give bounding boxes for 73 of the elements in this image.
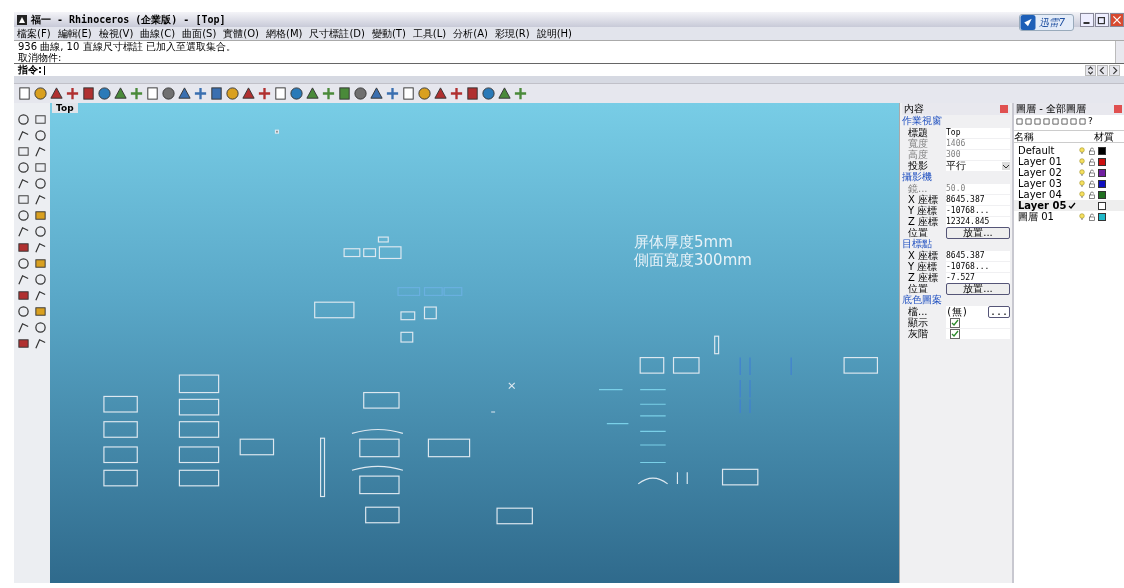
property-label: Y 座標 xyxy=(908,261,939,272)
layer-name: Layer 01 xyxy=(1018,156,1063,167)
menu-item[interactable]: 編輯(E) xyxy=(57,27,92,40)
layer-row[interactable]: Layer 01 xyxy=(1014,156,1124,167)
layer-name: Default xyxy=(1018,145,1056,156)
property-field[interactable]: -10768... xyxy=(946,261,1010,272)
property-label: 灰階 xyxy=(908,328,929,339)
viewport-text: 屏体厚度5mm xyxy=(634,233,734,251)
viewport-text: 側面寬度300mm xyxy=(634,251,752,269)
layer-row[interactable]: Default xyxy=(1014,145,1124,156)
property-field[interactable]: 12324.845 xyxy=(946,216,1010,227)
menu-item[interactable]: 檢視(V) xyxy=(98,27,134,40)
badge-label: 迅雷7 xyxy=(1038,15,1065,30)
panel-title: 內容 xyxy=(904,103,924,115)
command-prompt: 指令: xyxy=(18,63,42,77)
property-label: 投影 xyxy=(908,160,929,171)
window-title: 福一 - Rhinoceros (企業版) - [Top] xyxy=(31,12,226,27)
command-field[interactable]: 指令: xyxy=(14,63,1124,76)
layer-name: Layer 04 xyxy=(1018,189,1062,200)
layer-name: Layer 02 xyxy=(1018,167,1063,178)
property-label: 鏡... xyxy=(908,183,929,194)
layer-name: Layer 03 xyxy=(1018,178,1063,189)
property-label: 位置 xyxy=(908,283,929,294)
layer-row[interactable]: Layer 05 xyxy=(1014,200,1124,211)
layer-row[interactable]: Layer 04 xyxy=(1014,189,1124,200)
menu-item[interactable]: 網格(M) xyxy=(266,27,303,40)
menu-item[interactable]: 曲線(C) xyxy=(140,27,176,40)
download-badge[interactable]: 迅雷7 xyxy=(1018,14,1074,31)
menu-item[interactable]: 尺寸標註(D) xyxy=(309,27,365,40)
property-field[interactable]: Top xyxy=(946,127,1010,138)
menu-item[interactable]: 工具(L) xyxy=(412,27,447,40)
layer-row[interactable]: 圖層 01 xyxy=(1014,211,1124,222)
viewport[interactable]: Top 屏体厚度5mm 側面寬度300mm xyxy=(50,103,899,583)
property-label: 檔... xyxy=(908,306,929,317)
menu-item[interactable]: 曲面(S) xyxy=(182,27,217,40)
property-field[interactable]: 8645.387 xyxy=(946,250,1010,261)
menu-item[interactable]: 檔案(F) xyxy=(17,27,51,40)
menu-item[interactable]: 實體(O) xyxy=(223,27,259,40)
property-field[interactable]: 8645.387 xyxy=(946,194,1010,205)
property-label: 寬度 xyxy=(908,138,929,149)
section-title[interactable]: 攝影機 xyxy=(902,171,1010,183)
section-title[interactable]: 底色圖案 xyxy=(902,294,1010,306)
viewport-tab[interactable]: Top xyxy=(52,103,78,113)
property-label: 標題 xyxy=(908,127,929,138)
projection-dropdown[interactable]: 平行 xyxy=(946,160,1010,171)
section-title[interactable]: 作業視窗 xyxy=(902,115,1010,127)
menu-item[interactable]: 說明(H) xyxy=(536,27,572,40)
property-label: 顯示 xyxy=(908,317,929,328)
property-label: X 座標 xyxy=(908,250,940,261)
layer-name: Layer 05 xyxy=(1018,200,1066,211)
menu-item[interactable]: 分析(A) xyxy=(453,27,488,40)
property-label: Z 座標 xyxy=(908,272,940,283)
layer-row[interactable]: Layer 02 xyxy=(1014,167,1124,178)
layer-name: 圖層 01 xyxy=(1018,211,1055,222)
property-field[interactable]: -7.527 xyxy=(946,272,1010,283)
history-line: 936 曲線, 10 直線尺寸標註 已加入至選取集合。 xyxy=(18,41,237,52)
file-value: (無) xyxy=(946,306,969,317)
menu-item[interactable]: 變動(T) xyxy=(371,27,406,40)
property-label: Z 座標 xyxy=(908,216,940,227)
panel-title: 圖層 - 全部圖層 xyxy=(1016,103,1086,115)
property-field[interactable]: -10768... xyxy=(946,205,1010,216)
property-label: 位置 xyxy=(908,227,929,238)
browse-button[interactable]: ... xyxy=(987,305,1010,318)
property-label: Y 座標 xyxy=(908,205,939,216)
column-header[interactable]: 名稱 xyxy=(1014,131,1094,142)
property-label: X 座標 xyxy=(908,194,940,205)
property-label: 高度 xyxy=(908,149,929,160)
history-line: 取消物件: xyxy=(18,52,63,63)
section-title[interactable]: 目標點 xyxy=(902,238,1010,250)
help-button[interactable]: ? xyxy=(1088,117,1093,126)
layer-row[interactable]: Layer 03 xyxy=(1014,178,1124,189)
menu-item[interactable]: 彩現(R) xyxy=(494,27,530,40)
column-header[interactable]: 材質 xyxy=(1094,131,1114,142)
